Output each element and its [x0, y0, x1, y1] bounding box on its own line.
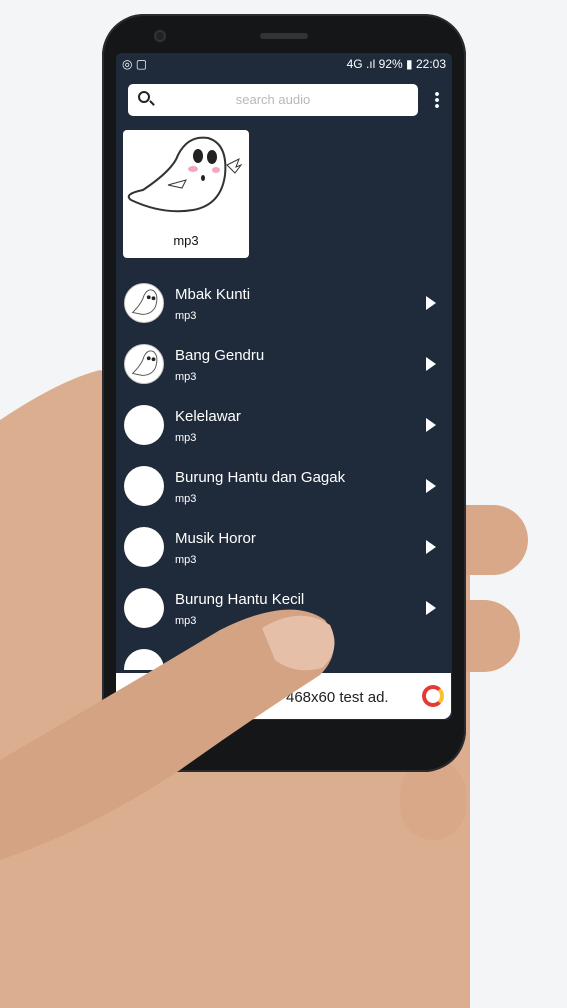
play-icon[interactable]: [426, 357, 436, 371]
item-subtitle: mp3: [175, 493, 197, 505]
camera-icon: [154, 30, 166, 42]
featured-card[interactable]: mp3: [123, 130, 249, 258]
search-input[interactable]: search audio: [128, 84, 418, 116]
play-icon[interactable]: [426, 296, 436, 310]
ghost-avatar: [124, 283, 164, 323]
list-item[interactable]: Burung Hantu dan Gagak mp3: [116, 457, 452, 518]
list-item[interactable]: Bang Gendru mp3: [116, 335, 452, 396]
avatar: [124, 405, 164, 445]
avatar: [124, 466, 164, 506]
item-subtitle: mp3: [175, 310, 197, 322]
speaker-grille: [260, 33, 308, 39]
network-label: 4G: [346, 57, 363, 71]
play-icon[interactable]: [426, 479, 436, 493]
status-bar: ◎ ▢ 4G .ıl 92% ▮ 22:03: [122, 57, 446, 71]
featured-label: mp3: [173, 233, 199, 248]
ghost-image: [127, 136, 243, 213]
more-vert-icon[interactable]: [435, 91, 439, 109]
thumb: [0, 609, 335, 860]
search-placeholder: search audio: [235, 92, 311, 107]
play-icon[interactable]: [426, 540, 436, 554]
battery-label: 92%: [378, 57, 403, 71]
item-title: Musik Horor: [175, 530, 256, 547]
item-title: Mbak Kunti: [175, 286, 251, 303]
item-title: Kelelawar: [175, 408, 241, 425]
play-icon[interactable]: [426, 418, 436, 432]
list-item[interactable]: Kelelawar mp3: [116, 396, 452, 457]
item-title: Burung Hantu dan Gagak: [175, 469, 346, 486]
item-title: Bang Gendru: [175, 347, 265, 364]
clock: 22:03: [415, 57, 446, 71]
list-item[interactable]: Mbak Kunti mp3: [116, 274, 452, 335]
ghost-avatar: [124, 344, 164, 384]
notification-icons: ◎ ▢: [122, 57, 148, 71]
item-subtitle: mp3: [175, 432, 197, 444]
item-subtitle: mp3: [175, 371, 197, 383]
